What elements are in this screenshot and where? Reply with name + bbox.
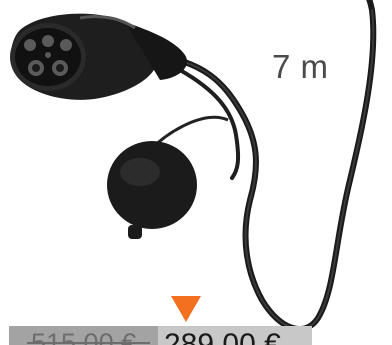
price-bar: 515,00 € 289,00 € xyxy=(9,326,312,345)
new-price-text: 289,00 € xyxy=(164,328,281,345)
strikethrough-line xyxy=(27,342,150,344)
new-price: 289,00 € xyxy=(158,326,312,345)
ev-charging-cable-icon xyxy=(10,0,377,332)
cable-length-label: 7 m xyxy=(272,48,329,85)
triangle-down-icon xyxy=(171,296,201,322)
old-price: 515,00 € xyxy=(9,326,158,345)
product-card: 7 m 515,00 € 289,00 € xyxy=(0,0,392,345)
